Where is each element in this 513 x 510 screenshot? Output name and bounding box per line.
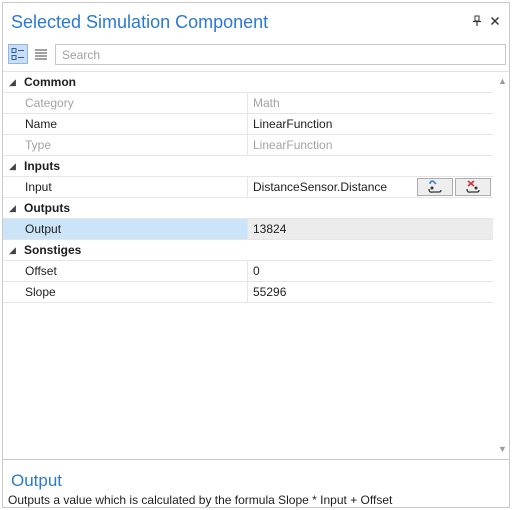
- group-outputs[interactable]: ◢ Outputs: [3, 198, 493, 219]
- pin-icon[interactable]: [470, 14, 484, 28]
- alphabetical-view-icon: [35, 49, 47, 60]
- categorized-view-icon: [11, 48, 24, 60]
- close-icon[interactable]: [488, 14, 502, 28]
- property-name: Name: [25, 117, 58, 131]
- property-row-category: Category Math: [3, 93, 493, 114]
- property-row-output[interactable]: Output 13824: [3, 219, 493, 240]
- property-row-name[interactable]: Name LinearFunction: [3, 114, 493, 135]
- column-divider: [247, 114, 248, 134]
- description-pane: Output Outputs a value which is calculat…: [3, 459, 509, 508]
- property-value[interactable]: DistanceSensor.Distance: [253, 180, 387, 194]
- property-value[interactable]: 0: [253, 264, 260, 278]
- search-input[interactable]: [55, 44, 506, 65]
- collapse-triangle-icon[interactable]: ◢: [9, 77, 16, 88]
- categorized-view-button[interactable]: [8, 44, 28, 64]
- property-value: Math: [253, 96, 280, 110]
- collapse-triangle-icon[interactable]: ◢: [9, 161, 16, 172]
- panel-titlebar: Selected Simulation Component: [3, 3, 509, 39]
- description-title: Output: [11, 471, 63, 490]
- property-name: Slope: [25, 285, 56, 299]
- column-divider: [247, 261, 248, 281]
- group-inputs[interactable]: ◢ Inputs: [3, 156, 493, 177]
- description-text: Outputs a value which is calculated by t…: [8, 493, 393, 507]
- property-row-slope[interactable]: Slope 55296: [3, 282, 493, 303]
- connect-icon: [428, 180, 442, 193]
- vertical-scrollbar[interactable]: ▲ ▼: [494, 72, 509, 457]
- group-label: Inputs: [24, 159, 60, 173]
- property-name: Output: [25, 222, 62, 236]
- property-row-input[interactable]: Input DistanceSensor.Distance: [3, 177, 493, 198]
- connect-button[interactable]: [417, 178, 453, 196]
- property-value: LinearFunction: [253, 138, 333, 152]
- property-value[interactable]: 55296: [253, 285, 286, 299]
- property-row-type: Type LinearFunction: [3, 135, 493, 156]
- scroll-up-arrow-icon[interactable]: ▲: [498, 77, 507, 86]
- collapse-triangle-icon[interactable]: ◢: [9, 245, 16, 256]
- property-row-offset[interactable]: Offset 0: [3, 261, 493, 282]
- group-common[interactable]: ◢ Common: [3, 72, 493, 93]
- alphabetical-view-button[interactable]: [31, 44, 51, 64]
- column-divider: [247, 282, 248, 302]
- property-name: Category: [25, 96, 74, 110]
- disconnect-icon: [466, 180, 480, 193]
- column-divider: [247, 93, 248, 113]
- group-label: Common: [24, 75, 76, 89]
- property-value: 13824: [253, 222, 287, 236]
- property-name: Type: [25, 138, 52, 152]
- panel-toolbar: [3, 41, 509, 72]
- group-label: Sonstiges: [24, 243, 82, 257]
- disconnect-button[interactable]: [455, 178, 491, 196]
- property-grid: ◢ Common Category Math Name LinearFuncti…: [3, 72, 493, 457]
- group-sonstiges[interactable]: ◢ Sonstiges: [3, 240, 493, 261]
- scroll-down-arrow-icon[interactable]: ▼: [498, 445, 507, 454]
- panel-title: Selected Simulation Component: [11, 12, 269, 32]
- property-name: Offset: [25, 264, 57, 278]
- property-value[interactable]: LinearFunction: [253, 117, 332, 131]
- collapse-triangle-icon[interactable]: ◢: [9, 203, 16, 214]
- properties-panel: Selected Simulation Component Search ◢ C…: [2, 2, 510, 508]
- column-divider: [247, 135, 248, 155]
- group-label: Outputs: [24, 201, 70, 215]
- property-name: Input: [25, 180, 52, 194]
- column-divider: [247, 177, 248, 197]
